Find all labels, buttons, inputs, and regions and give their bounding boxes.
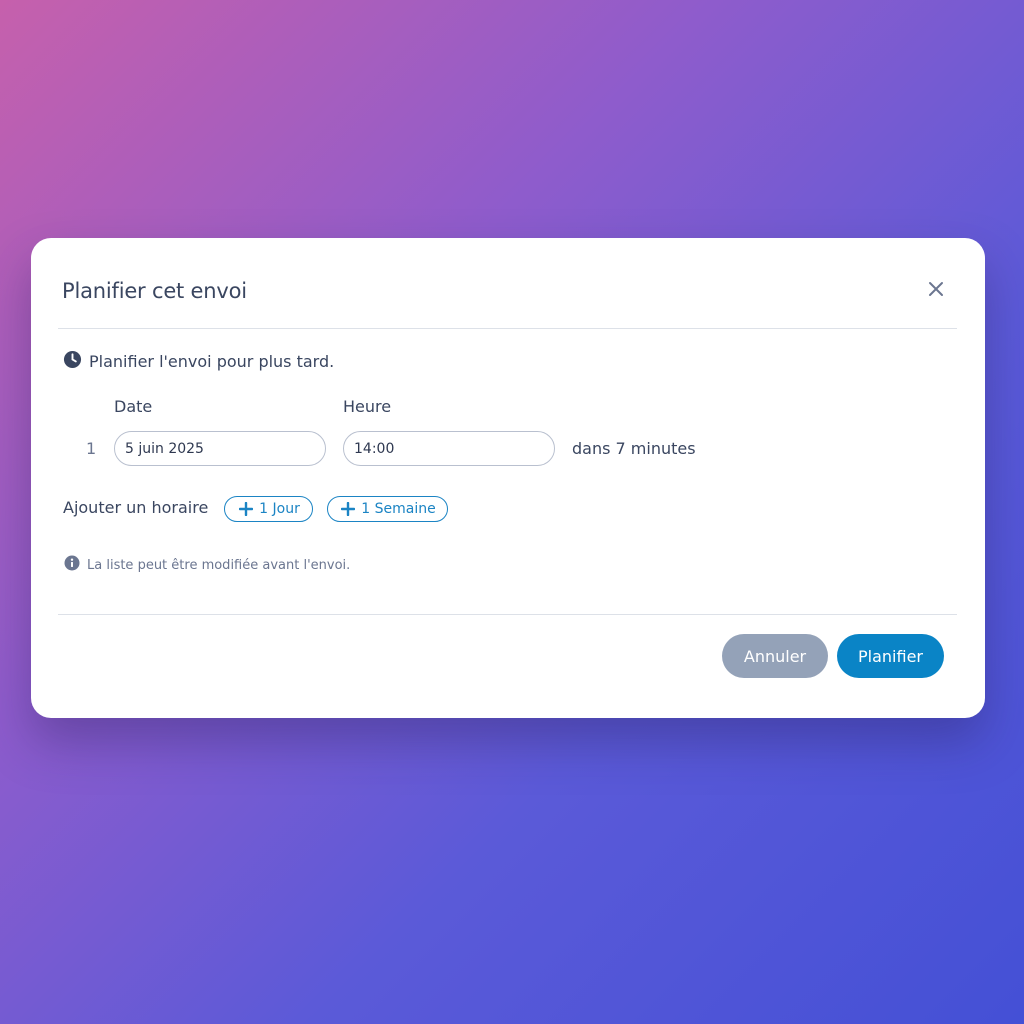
dialog-title: Planifier cet envoi	[62, 279, 247, 303]
add-one-week-button[interactable]: 1 Semaine	[327, 496, 448, 522]
chip-label: 1 Jour	[259, 501, 300, 517]
close-icon	[923, 276, 949, 302]
schedule-subtitle: Planifier l'envoi pour plus tard.	[63, 350, 334, 373]
date-label: Date	[114, 397, 153, 416]
plus-icon	[239, 502, 254, 516]
cancel-button[interactable]: Annuler	[722, 634, 828, 678]
time-label: Heure	[343, 397, 392, 416]
subtitle-text: Planifier l'envoi pour plus tard.	[89, 352, 335, 371]
time-input[interactable]	[343, 431, 555, 466]
info-icon	[64, 555, 80, 575]
close-button[interactable]	[923, 276, 949, 302]
row-index: 1	[86, 439, 97, 458]
info-note: La liste peut être modifiée avant l'envo…	[64, 555, 350, 575]
relative-time: dans 7 minutes	[572, 439, 696, 458]
header-divider	[58, 328, 957, 329]
footer-divider	[58, 614, 957, 615]
add-schedule-label: Ajouter un horaire	[63, 498, 209, 517]
date-input[interactable]	[114, 431, 326, 466]
add-one-day-button[interactable]: 1 Jour	[224, 496, 313, 522]
plus-icon	[341, 502, 356, 516]
clock-icon	[63, 350, 82, 373]
info-text: La liste peut être modifiée avant l'envo…	[87, 557, 351, 573]
schedule-dialog: Planifier cet envoi Planifier l'envoi po…	[31, 238, 985, 718]
chip-label: 1 Semaine	[361, 501, 436, 517]
schedule-button[interactable]: Planifier	[837, 634, 944, 678]
